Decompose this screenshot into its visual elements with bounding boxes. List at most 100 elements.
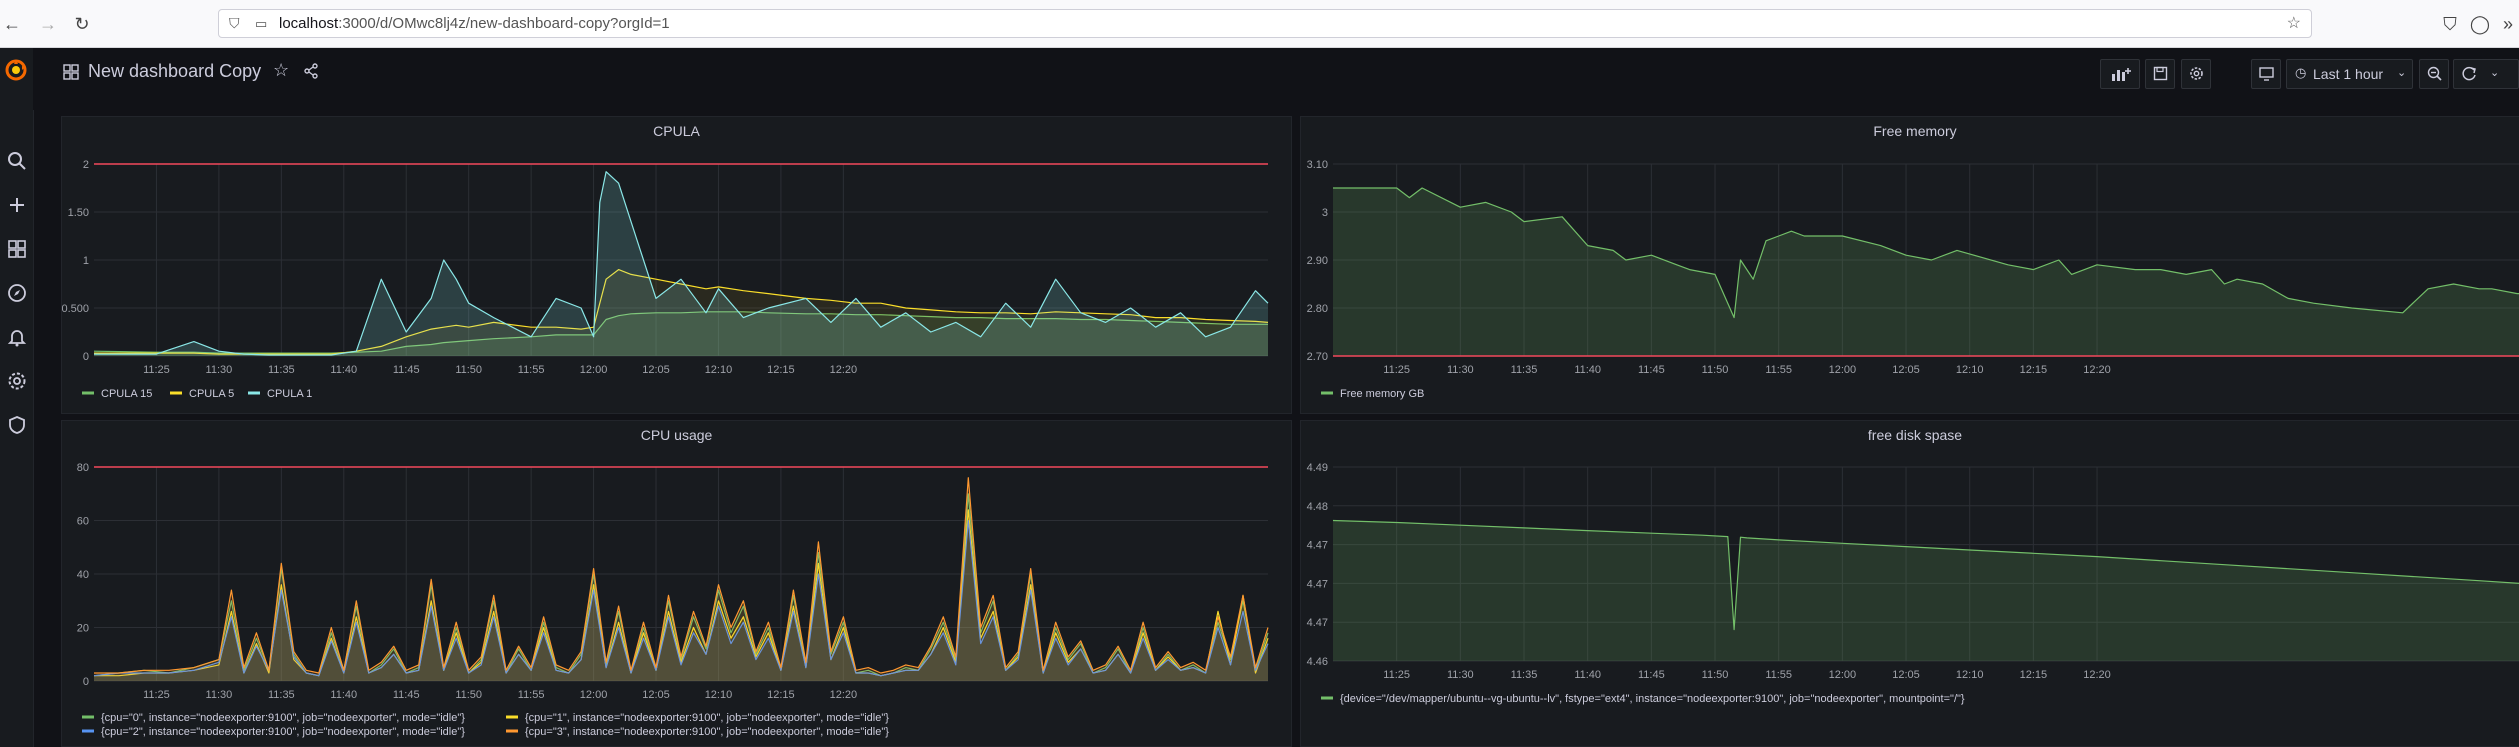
- x-tick-label: 11:35: [1511, 669, 1538, 681]
- y-tick-label: 0: [83, 351, 89, 363]
- save-icon: [2153, 66, 2168, 81]
- time-picker-label: Last 1 hour: [2313, 66, 2384, 82]
- legend-item[interactable]: {cpu="0", instance="nodeexporter:9100", …: [101, 712, 465, 724]
- alerting-bell-icon[interactable]: [6, 326, 28, 348]
- x-tick-label: 11:55: [518, 689, 545, 701]
- legend-item[interactable]: {cpu="1", instance="nodeexporter:9100", …: [525, 712, 889, 724]
- x-tick-label: 11:35: [268, 689, 295, 701]
- free-disk-chart[interactable]: 4.46 4.47 4.47 4.47 4.48 4.49 11:25 11:30 11:35 1…: [1301, 421, 2519, 746]
- x-tick-label: 11:30: [206, 364, 233, 376]
- x-tick-label: 12:05: [642, 689, 670, 701]
- y-tick-label: 3: [1322, 207, 1328, 219]
- page-icon: ▭: [255, 16, 268, 31]
- legend-item[interactable]: CPULA 15: [101, 388, 152, 400]
- x-tick-label: 12:00: [1829, 364, 1857, 376]
- refresh-icon: [2462, 66, 2476, 81]
- plus-icon[interactable]: [6, 194, 28, 216]
- dashboard-settings-button[interactable]: [2181, 59, 2211, 89]
- x-tick-label: 12:10: [1956, 669, 1984, 681]
- explore-compass-icon[interactable]: [6, 282, 28, 304]
- x-tick-label: 11:35: [1511, 364, 1538, 376]
- search-icon[interactable]: [6, 150, 28, 172]
- cpu-usage-chart[interactable]: 0 20 40 60 80 11:25 11:30 11:35 11:40 11:45 11:50 1…: [62, 421, 1291, 746]
- x-tick-label: 11:50: [1702, 364, 1729, 376]
- y-tick-label: 4.49: [1307, 462, 1328, 474]
- dashboards-icon[interactable]: [6, 238, 28, 260]
- panel-free-disk[interactable]: free disk spase 4.46 4.47 4.47 4.47 4.48 4.49…: [1300, 420, 2519, 747]
- cpula-chart[interactable]: 0 0.500 1 1.50 2 11:25 11:30 11:35 11:40 11:45 11:…: [62, 117, 1291, 413]
- series-area: [1333, 520, 2519, 661]
- series-line: [94, 509, 1269, 677]
- refresh-button[interactable]: ⌄: [2453, 59, 2519, 89]
- legend-item[interactable]: {cpu="3", instance="nodeexporter:9100", …: [525, 726, 889, 738]
- y-tick-label: 60: [77, 516, 89, 528]
- extensions-icon[interactable]: »: [2496, 12, 2519, 36]
- series-area: [94, 477, 1268, 681]
- address-bar[interactable]: ⛉ ▭ localhost:3000/d/OMwc8lj4z/new-dashb…: [218, 9, 2312, 38]
- cycle-view-mode-button[interactable]: [2251, 59, 2281, 89]
- x-tick-label: 11:40: [1574, 669, 1601, 681]
- y-tick-label: 80: [77, 462, 89, 474]
- star-icon[interactable]: ☆: [273, 60, 289, 81]
- forward-icon[interactable]: →: [36, 12, 60, 36]
- panel-cpu-usage[interactable]: CPU usage 0 20 40 60 80 11:25 11:30 11:35 11:40 1…: [61, 420, 1292, 747]
- panel-cpula[interactable]: CPULA 0 0.500 1 1.50 2 11:25 11:30 11:35 11:40 11…: [61, 116, 1292, 414]
- free-memory-chart[interactable]: 2.70 2.80 2.90 3 3.10 11:25 11:30 11:35 11:40 11:…: [1301, 117, 2519, 413]
- clock-icon: ◷: [2295, 65, 2307, 80]
- server-admin-shield-icon[interactable]: [6, 414, 28, 436]
- dashboard-grid-icon: [63, 64, 79, 80]
- pocket-icon[interactable]: ⛉: [2438, 12, 2462, 36]
- x-tick-label: 11:35: [268, 364, 295, 376]
- x-tick-label: 11:25: [143, 689, 170, 701]
- x-tick-label: 11:55: [1765, 364, 1792, 376]
- x-tick-label: 11:45: [393, 364, 420, 376]
- account-icon[interactable]: ◯: [2468, 12, 2492, 36]
- x-tick-label: 12:05: [1892, 669, 1920, 681]
- x-tick-label: 11:30: [1447, 669, 1474, 681]
- x-tick-label: 12:10: [705, 364, 733, 376]
- x-tick-label: 12:00: [580, 689, 608, 701]
- refresh-chevron-down-icon[interactable]: ⌄: [2490, 66, 2499, 79]
- url-host: localhost: [279, 15, 339, 32]
- x-tick-label: 11:30: [1447, 364, 1474, 376]
- x-tick-label: 11:45: [1638, 669, 1665, 681]
- browser-toolbar: ← → ↻ ⛉ ▭ localhost:3000/d/OMwc8lj4z/new…: [0, 0, 2519, 48]
- save-dashboard-button[interactable]: [2145, 59, 2175, 89]
- time-picker-button[interactable]: ◷ Last 1 hour ⌄: [2286, 59, 2413, 89]
- x-tick-label: 12:15: [767, 364, 795, 376]
- share-icon[interactable]: [303, 63, 319, 79]
- y-tick-label: 4.47: [1307, 617, 1328, 629]
- bookmark-star-icon[interactable]: ☆: [2287, 10, 2301, 37]
- y-tick-label: 2.80: [1307, 303, 1328, 315]
- configuration-gear-icon[interactable]: [6, 370, 28, 392]
- x-tick-label: 11:30: [206, 689, 233, 701]
- x-tick-label: 11:40: [330, 689, 357, 701]
- zoom-out-icon: [2427, 66, 2442, 81]
- legend-item[interactable]: CPULA 1: [267, 388, 312, 400]
- series-line: [94, 477, 1269, 674]
- series-area: [94, 493, 1268, 681]
- x-tick-label: 11:25: [1383, 669, 1410, 681]
- zoom-out-button[interactable]: [2419, 59, 2449, 89]
- legend-item[interactable]: {device="/dev/mapper/ubuntu--vg-ubuntu--…: [1340, 693, 1965, 705]
- legend-item[interactable]: {cpu="2", instance="nodeexporter:9100", …: [101, 726, 465, 738]
- x-tick-label: 11:45: [1638, 364, 1665, 376]
- y-tick-label: 3.10: [1307, 159, 1328, 171]
- y-tick-label: 2.70: [1307, 351, 1328, 363]
- y-tick-label: 1.50: [68, 207, 89, 219]
- x-tick-label: 12:20: [830, 364, 858, 376]
- legend-item[interactable]: CPULA 5: [189, 388, 234, 400]
- add-panel-button[interactable]: [2100, 59, 2140, 89]
- dashboard-title[interactable]: New dashboard Copy: [88, 61, 261, 82]
- grafana-logo-icon[interactable]: [4, 58, 28, 82]
- x-tick-label: 12:00: [580, 364, 608, 376]
- reload-icon[interactable]: ↻: [70, 12, 94, 36]
- legend-item[interactable]: Free memory GB: [1340, 388, 1424, 400]
- panel-free-memory[interactable]: Free memory 2.70 2.80 2.90 3 3.10 11:25 11:30 1…: [1300, 116, 2519, 414]
- x-tick-label: 12:20: [2083, 669, 2111, 681]
- back-icon[interactable]: ←: [0, 12, 24, 36]
- y-tick-label: 2.90: [1307, 255, 1328, 267]
- side-menu: [0, 48, 34, 747]
- y-tick-label: 2: [83, 159, 89, 171]
- y-tick-label: 40: [77, 569, 89, 581]
